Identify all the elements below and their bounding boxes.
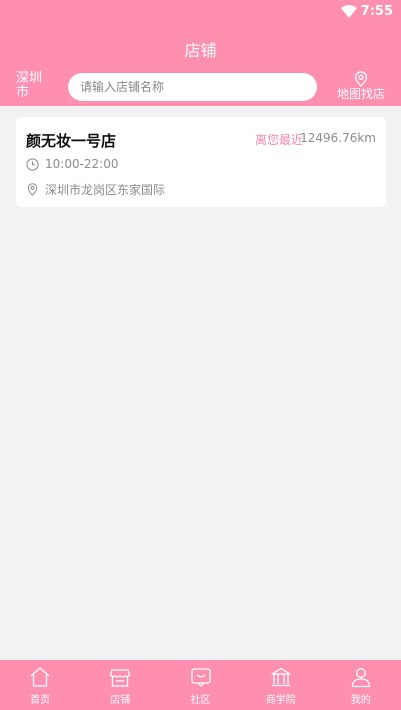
page-header: 店铺 深圳市 请输入店铺名称 地图找店 bbox=[0, 24, 401, 106]
store-hours: 10:00-22:00 bbox=[45, 157, 119, 171]
tab-profile[interactable]: 我的 bbox=[321, 660, 401, 710]
store-address: 深圳市龙岗区东家国际 bbox=[45, 182, 166, 197]
bottom-tab-bar: 首页 店铺 社区 商学院 我的 bbox=[0, 660, 401, 710]
location-pin-icon bbox=[27, 182, 38, 196]
tab-home[interactable]: 首页 bbox=[0, 660, 80, 710]
tab-store[interactable]: 店铺 bbox=[80, 660, 160, 710]
search-input[interactable]: 请输入店铺名称 bbox=[68, 73, 317, 101]
clock-icon bbox=[26, 157, 39, 171]
page-title: 店铺 bbox=[184, 41, 217, 60]
tab-community[interactable]: 社区 bbox=[160, 660, 240, 710]
tab-home-label: 首页 bbox=[30, 695, 51, 706]
tab-profile-label: 我的 bbox=[350, 695, 371, 706]
status-time: 7:55 bbox=[360, 4, 393, 19]
profile-icon bbox=[351, 668, 371, 688]
map-find-store-button[interactable]: 地图找店 bbox=[333, 71, 389, 103]
home-icon bbox=[30, 667, 50, 687]
store-hours-row: 10:00-22:00 bbox=[26, 156, 119, 172]
wifi-icon bbox=[341, 5, 357, 18]
city-selector[interactable]: 深圳市 bbox=[16, 72, 46, 100]
tab-academy[interactable]: 商学院 bbox=[241, 660, 321, 710]
academy-icon bbox=[271, 667, 291, 687]
store-address-row: 深圳市龙岗区东家国际 bbox=[26, 181, 165, 197]
store-card[interactable]: 颜无妆一号店 离您最近 12496.76km 10:00-22:00 深圳市龙岗… bbox=[16, 117, 386, 207]
tab-community-label: 社区 bbox=[190, 695, 211, 706]
store-name: 颜无妆一号店 bbox=[26, 132, 117, 150]
status-bar: 7:55 bbox=[0, 0, 401, 24]
tab-academy-label: 商学院 bbox=[265, 695, 296, 706]
store-icon bbox=[110, 669, 131, 687]
community-icon bbox=[190, 668, 211, 687]
tab-store-label: 店铺 bbox=[110, 695, 131, 706]
location-pin-icon bbox=[354, 71, 368, 87]
store-distance: 12496.76km bbox=[300, 131, 376, 145]
map-find-store-label: 地图找店 bbox=[336, 87, 385, 101]
nearest-badge: 离您最近 bbox=[254, 133, 303, 147]
